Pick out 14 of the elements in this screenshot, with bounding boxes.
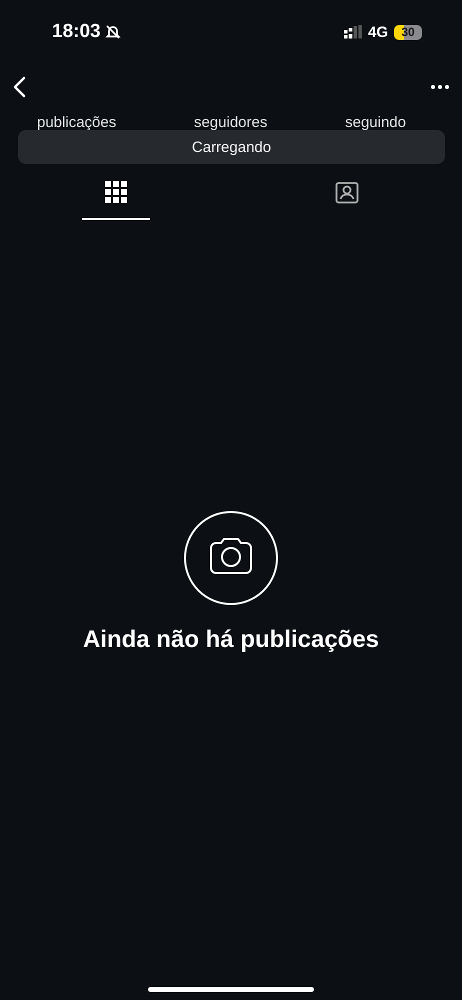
camera-icon [183,510,279,606]
person-tag-icon [334,180,358,204]
more-icon[interactable] [430,84,450,90]
signal-icon [344,25,362,39]
stat-label: seguidores [194,114,268,133]
back-icon[interactable] [12,76,28,98]
grid-icon [104,181,126,203]
stat-label: seguindo [345,114,406,133]
muted-bell-icon [104,24,121,40]
status-time: 18:03 [52,21,101,43]
network-type: 4G [368,24,388,40]
loading-toast: Carregando [18,130,445,164]
empty-title: Ainda não há publicações [82,626,380,654]
stat-label: publicações [37,114,116,133]
